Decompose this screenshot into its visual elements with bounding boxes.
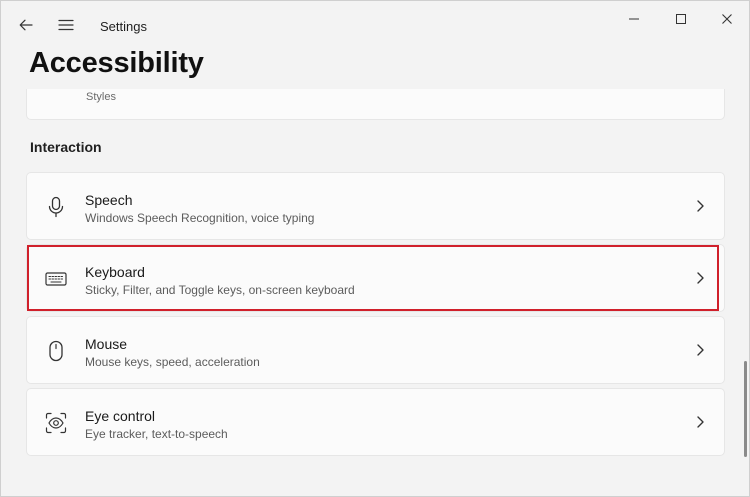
eye-control-icon (44, 411, 68, 435)
hamburger-menu-icon[interactable] (54, 13, 78, 37)
close-button[interactable] (704, 5, 750, 33)
back-arrow-icon[interactable] (14, 13, 38, 37)
app-title: Settings (100, 19, 147, 34)
chevron-right-icon (692, 414, 708, 430)
settings-item-speech[interactable]: Speech Windows Speech Recognition, voice… (26, 172, 725, 240)
mouse-icon (44, 339, 68, 363)
section-heading-interaction: Interaction (30, 139, 102, 155)
item-description: Mouse keys, speed, acceleration (85, 355, 260, 369)
partial-item-text: Styles (86, 91, 116, 103)
item-description: Sticky, Filter, and Toggle keys, on-scre… (85, 283, 355, 297)
chevron-right-icon (692, 198, 708, 214)
item-description: Windows Speech Recognition, voice typing (85, 211, 315, 225)
item-label: Speech (85, 192, 133, 208)
item-label: Mouse (85, 336, 128, 352)
chevron-right-icon (692, 270, 708, 286)
item-label: Keyboard (85, 264, 145, 280)
keyboard-icon (44, 267, 68, 291)
settings-item-mouse[interactable]: Mouse Mouse keys, speed, acceleration (26, 316, 725, 384)
page-title: Accessibility (29, 47, 204, 79)
settings-item-keyboard[interactable]: Keyboard Sticky, Filter, and Toggle keys… (26, 244, 725, 312)
title-bar: Settings (1, 1, 749, 49)
partial-settings-item[interactable]: Styles (26, 89, 725, 120)
settings-item-eye-control[interactable]: Eye control Eye tracker, text-to-speech (26, 388, 725, 456)
microphone-icon (44, 195, 68, 219)
item-label: Eye control (85, 408, 156, 424)
chevron-right-icon (692, 342, 708, 358)
settings-window: Settings Accessibility Styles Interactio… (0, 0, 750, 497)
minimize-button[interactable] (611, 5, 657, 33)
maximize-button[interactable] (658, 5, 704, 33)
item-description: Eye tracker, text-to-speech (85, 427, 228, 441)
vertical-scrollbar[interactable] (744, 361, 747, 457)
